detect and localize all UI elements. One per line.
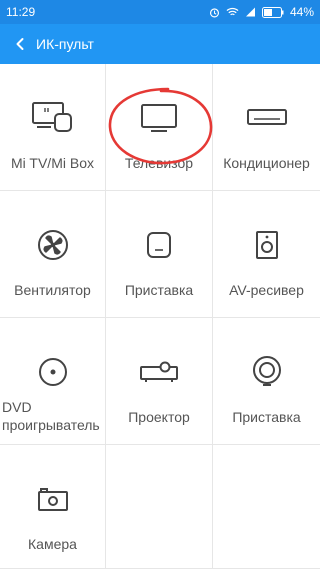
streaming-box-icon: [250, 350, 284, 394]
fan-icon: [36, 223, 70, 267]
device-grid: Mi TV/Mi Box Телевизор Кондиционер Венти…: [0, 64, 320, 569]
page-title: ИК-пульт: [36, 36, 94, 52]
battery-icon: [261, 6, 284, 18]
status-bar: 11:29 44%: [0, 0, 320, 24]
device-label: Телевизор: [124, 155, 194, 171]
device-label: Камера: [28, 536, 77, 552]
dvd-player-icon: [37, 350, 69, 394]
signal-icon: [245, 7, 256, 17]
device-av-receiver[interactable]: AV-ресивер: [213, 191, 320, 318]
device-label: AV-ресивер: [229, 282, 304, 298]
device-air-conditioner[interactable]: Кондиционер: [213, 64, 320, 191]
camera-icon: [36, 477, 70, 521]
set-top-box-icon: [145, 223, 173, 267]
empty-cell: [213, 445, 320, 569]
status-time: 11:29: [6, 5, 36, 19]
wifi-icon: [226, 7, 239, 17]
app-bar: ИК-пульт: [0, 24, 320, 64]
device-fan[interactable]: Вентилятор: [0, 191, 106, 318]
tv-icon: [139, 96, 179, 140]
device-camera[interactable]: Камера: [0, 445, 106, 569]
device-tv[interactable]: Телевизор: [106, 64, 213, 191]
battery-percent: 44%: [289, 5, 314, 19]
device-projector[interactable]: Проектор: [106, 318, 213, 445]
av-receiver-icon: [254, 223, 280, 267]
empty-cell: [106, 445, 213, 569]
alarm-icon: [209, 7, 220, 18]
device-dvd-player[interactable]: DVD проигрыватель: [0, 318, 106, 445]
device-label: Приставка: [232, 409, 301, 425]
air-conditioner-icon: [245, 96, 289, 140]
device-label: Вентилятор: [14, 282, 91, 298]
device-set-top-box[interactable]: Приставка: [106, 191, 213, 318]
device-streaming-box[interactable]: Приставка: [213, 318, 320, 445]
chevron-left-icon: [16, 38, 24, 50]
projector-icon: [138, 350, 180, 394]
device-mi-tv-box[interactable]: Mi TV/Mi Box: [0, 64, 106, 191]
device-label: Кондиционер: [223, 155, 310, 171]
device-label: Проектор: [128, 409, 190, 425]
device-label: Приставка: [124, 282, 194, 298]
device-label: DVD проигрыватель: [2, 399, 100, 433]
mi-tv-box-icon: [31, 96, 75, 140]
device-label: Mi TV/Mi Box: [11, 155, 94, 171]
back-button[interactable]: [0, 24, 40, 64]
